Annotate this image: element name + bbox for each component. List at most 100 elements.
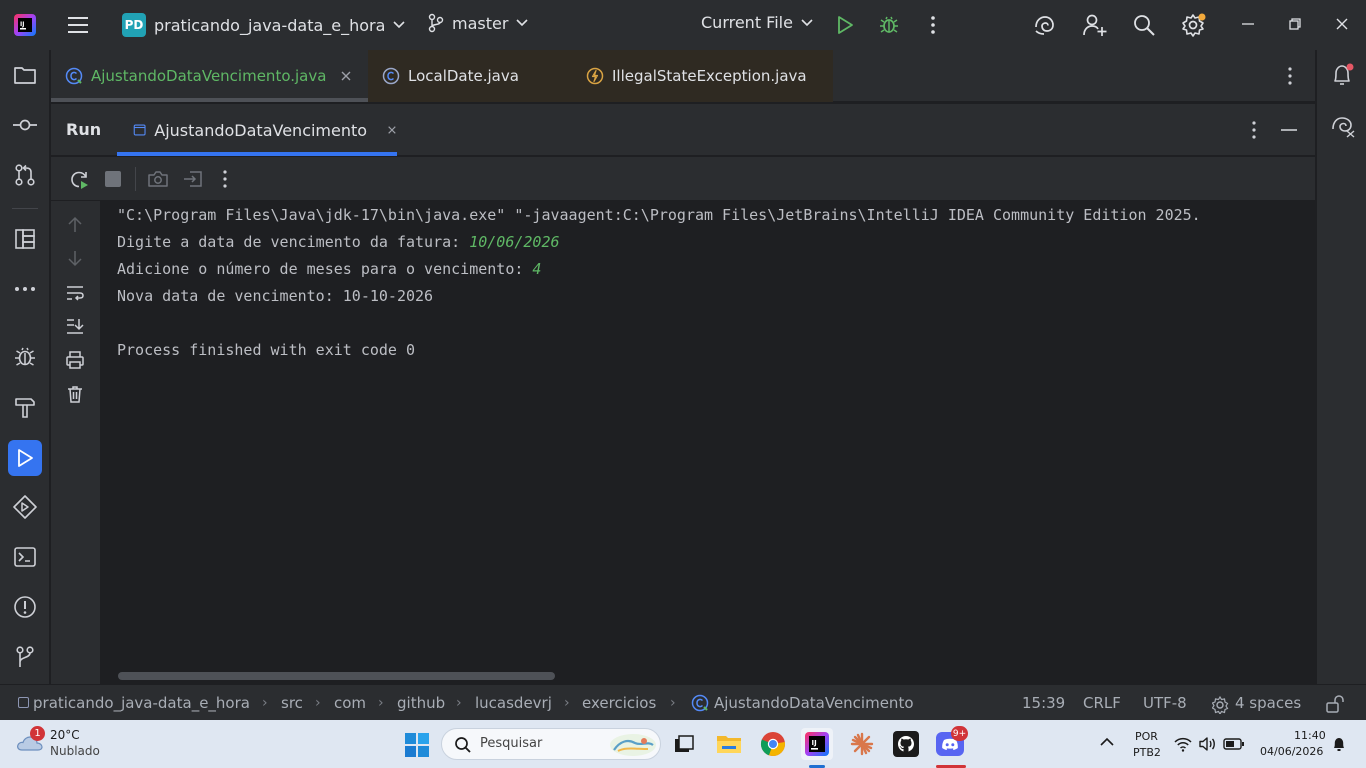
windows-start-icon[interactable] (405, 733, 429, 757)
project-folder-icon[interactable] (10, 60, 40, 90)
breadcrumb-project[interactable]: praticando_java-data_e_hora (33, 685, 250, 721)
taskbar-search-box[interactable]: Pesquisar (441, 728, 661, 760)
file-explorer-icon[interactable] (713, 728, 745, 760)
weather-condition: Nublado (50, 744, 100, 758)
more-tools-icon[interactable] (10, 274, 40, 304)
console-output[interactable]: "C:\Program Files\Java\jdk-17\bin\java.e… (100, 201, 1315, 684)
breadcrumb-lucasdevrj[interactable]: lucasdevrj (475, 685, 552, 721)
project-selector[interactable]: PD praticando_java-data_e_hora (122, 13, 406, 37)
branch-name: master (452, 13, 509, 33)
branch-selector[interactable]: master (428, 13, 528, 33)
windows-taskbar: 1 20°C Nublado Pesquisar IJ 9+ POR PTB2 (0, 720, 1366, 768)
main-menu-icon[interactable] (66, 14, 90, 36)
tab-options-icon[interactable] (1280, 66, 1300, 86)
screenshot-camera-icon[interactable] (147, 169, 169, 189)
commit-icon[interactable] (10, 110, 40, 140)
indent-setting[interactable]: 4 spaces (1235, 685, 1301, 721)
line-separator[interactable]: CRLF (1083, 685, 1121, 721)
breadcrumb-src[interactable]: src (281, 685, 303, 721)
close-tab-icon[interactable] (340, 70, 352, 82)
search-icon[interactable] (1132, 13, 1156, 37)
editor-tab-illegalstate[interactable]: IllegalStateException.java (564, 50, 833, 102)
restore-layout-icon[interactable] (182, 169, 204, 189)
task-view-icon[interactable] (668, 728, 700, 760)
java-class-readonly-icon (382, 67, 400, 85)
services-icon[interactable] (10, 492, 40, 522)
breadcrumb-chevron-icon: › (378, 695, 384, 711)
terminal-icon[interactable] (10, 542, 40, 572)
show-hidden-icons-icon[interactable] (1100, 737, 1114, 747)
breadcrumb-chevron-icon: › (456, 695, 462, 711)
project-badge: PD (122, 13, 146, 37)
input-language[interactable]: POR (1135, 730, 1158, 743)
clock-time[interactable]: 11:40 (1294, 729, 1326, 742)
wifi-icon[interactable] (1174, 736, 1192, 752)
breadcrumb-github[interactable]: github (397, 685, 445, 721)
run-panel-options-icon[interactable] (1244, 120, 1264, 140)
clock-date[interactable]: 04/06/2026 (1260, 745, 1323, 758)
file-encoding[interactable]: UTF-8 (1143, 685, 1187, 721)
intellij-logo-icon[interactable]: IJ (14, 14, 36, 36)
java-class-icon (65, 67, 83, 85)
minimize-window-icon[interactable] (1240, 16, 1256, 32)
editor-tab-ajustando[interactable]: AjustandoDataVencimento.java (51, 50, 368, 102)
unlock-file-icon[interactable] (1325, 694, 1345, 714)
scroll-up-icon[interactable] (65, 215, 85, 235)
svg-text:IJ: IJ (20, 21, 24, 28)
hide-panel-icon[interactable] (1279, 120, 1299, 140)
editor-tab-localdate[interactable]: LocalDate.java (368, 50, 564, 102)
breadcrumb-com[interactable]: com (334, 685, 366, 721)
restore-window-icon[interactable] (1287, 16, 1303, 32)
add-user-icon[interactable] (1082, 12, 1108, 38)
notifications-bell-icon[interactable] (1330, 62, 1356, 88)
close-window-icon[interactable] (1334, 16, 1350, 32)
print-icon[interactable] (65, 350, 85, 370)
svg-text:IJ: IJ (812, 739, 817, 747)
console-prompt: Digite a data de vencimento da fatura: (117, 233, 470, 251)
build-hammer-icon[interactable] (10, 392, 40, 422)
problems-icon[interactable] (10, 592, 40, 622)
rerun-icon[interactable] (69, 169, 91, 191)
breadcrumb-exercicios[interactable]: exercicios (582, 685, 656, 721)
breadcrumb-chevron-icon: › (262, 695, 268, 711)
weather-badge: 1 (30, 726, 45, 741)
run-tab-ajustando[interactable]: AjustandoDataVencimento (117, 104, 397, 156)
run-tool-icon[interactable] (8, 440, 42, 476)
caret-position[interactable]: 15:39 (1022, 685, 1065, 721)
ai-chat-icon[interactable] (1330, 114, 1356, 140)
debug-tool-icon[interactable] (10, 342, 40, 372)
pull-requests-icon[interactable] (10, 160, 40, 190)
breadcrumb-class[interactable]: AjustandoDataVencimento (714, 685, 914, 721)
structure-icon[interactable] (10, 224, 40, 254)
battery-icon[interactable] (1223, 737, 1245, 751)
indent-settings-icon (1212, 694, 1232, 714)
claude-icon[interactable] (846, 728, 878, 760)
settings-gear-icon[interactable] (1181, 12, 1207, 38)
run-config-selector[interactable]: Current File (701, 13, 813, 32)
scroll-down-icon[interactable] (65, 248, 85, 268)
stop-icon[interactable] (105, 171, 121, 187)
intellij-taskbar-icon[interactable]: IJ (801, 728, 833, 760)
run-tab-label: AjustandoDataVencimento (154, 120, 368, 140)
clear-trash-icon[interactable] (65, 384, 85, 404)
keyboard-layout[interactable]: PTB2 (1133, 746, 1161, 759)
editor-tab-label: IllegalStateException.java (612, 67, 807, 85)
run-icon[interactable] (835, 15, 855, 35)
volume-icon[interactable] (1198, 736, 1216, 752)
java-class-icon (691, 694, 709, 712)
more-options-icon[interactable] (217, 169, 233, 189)
soft-wrap-icon[interactable] (65, 283, 85, 303)
git-icon[interactable] (10, 642, 40, 672)
scroll-to-end-icon[interactable] (65, 316, 85, 336)
right-tool-strip (1316, 50, 1366, 684)
debug-icon[interactable] (878, 14, 900, 36)
ai-assistant-icon[interactable] (1032, 13, 1056, 37)
horizontal-scrollbar[interactable] (118, 672, 555, 680)
project-name: praticando_java-data_e_hora (154, 15, 386, 35)
more-actions-icon[interactable] (923, 14, 943, 36)
notification-center-icon[interactable] (1331, 736, 1347, 752)
toolbar-separator (135, 167, 136, 191)
chrome-icon[interactable] (757, 728, 789, 760)
github-desktop-icon[interactable] (890, 728, 922, 760)
close-tab-icon[interactable] (387, 124, 397, 136)
